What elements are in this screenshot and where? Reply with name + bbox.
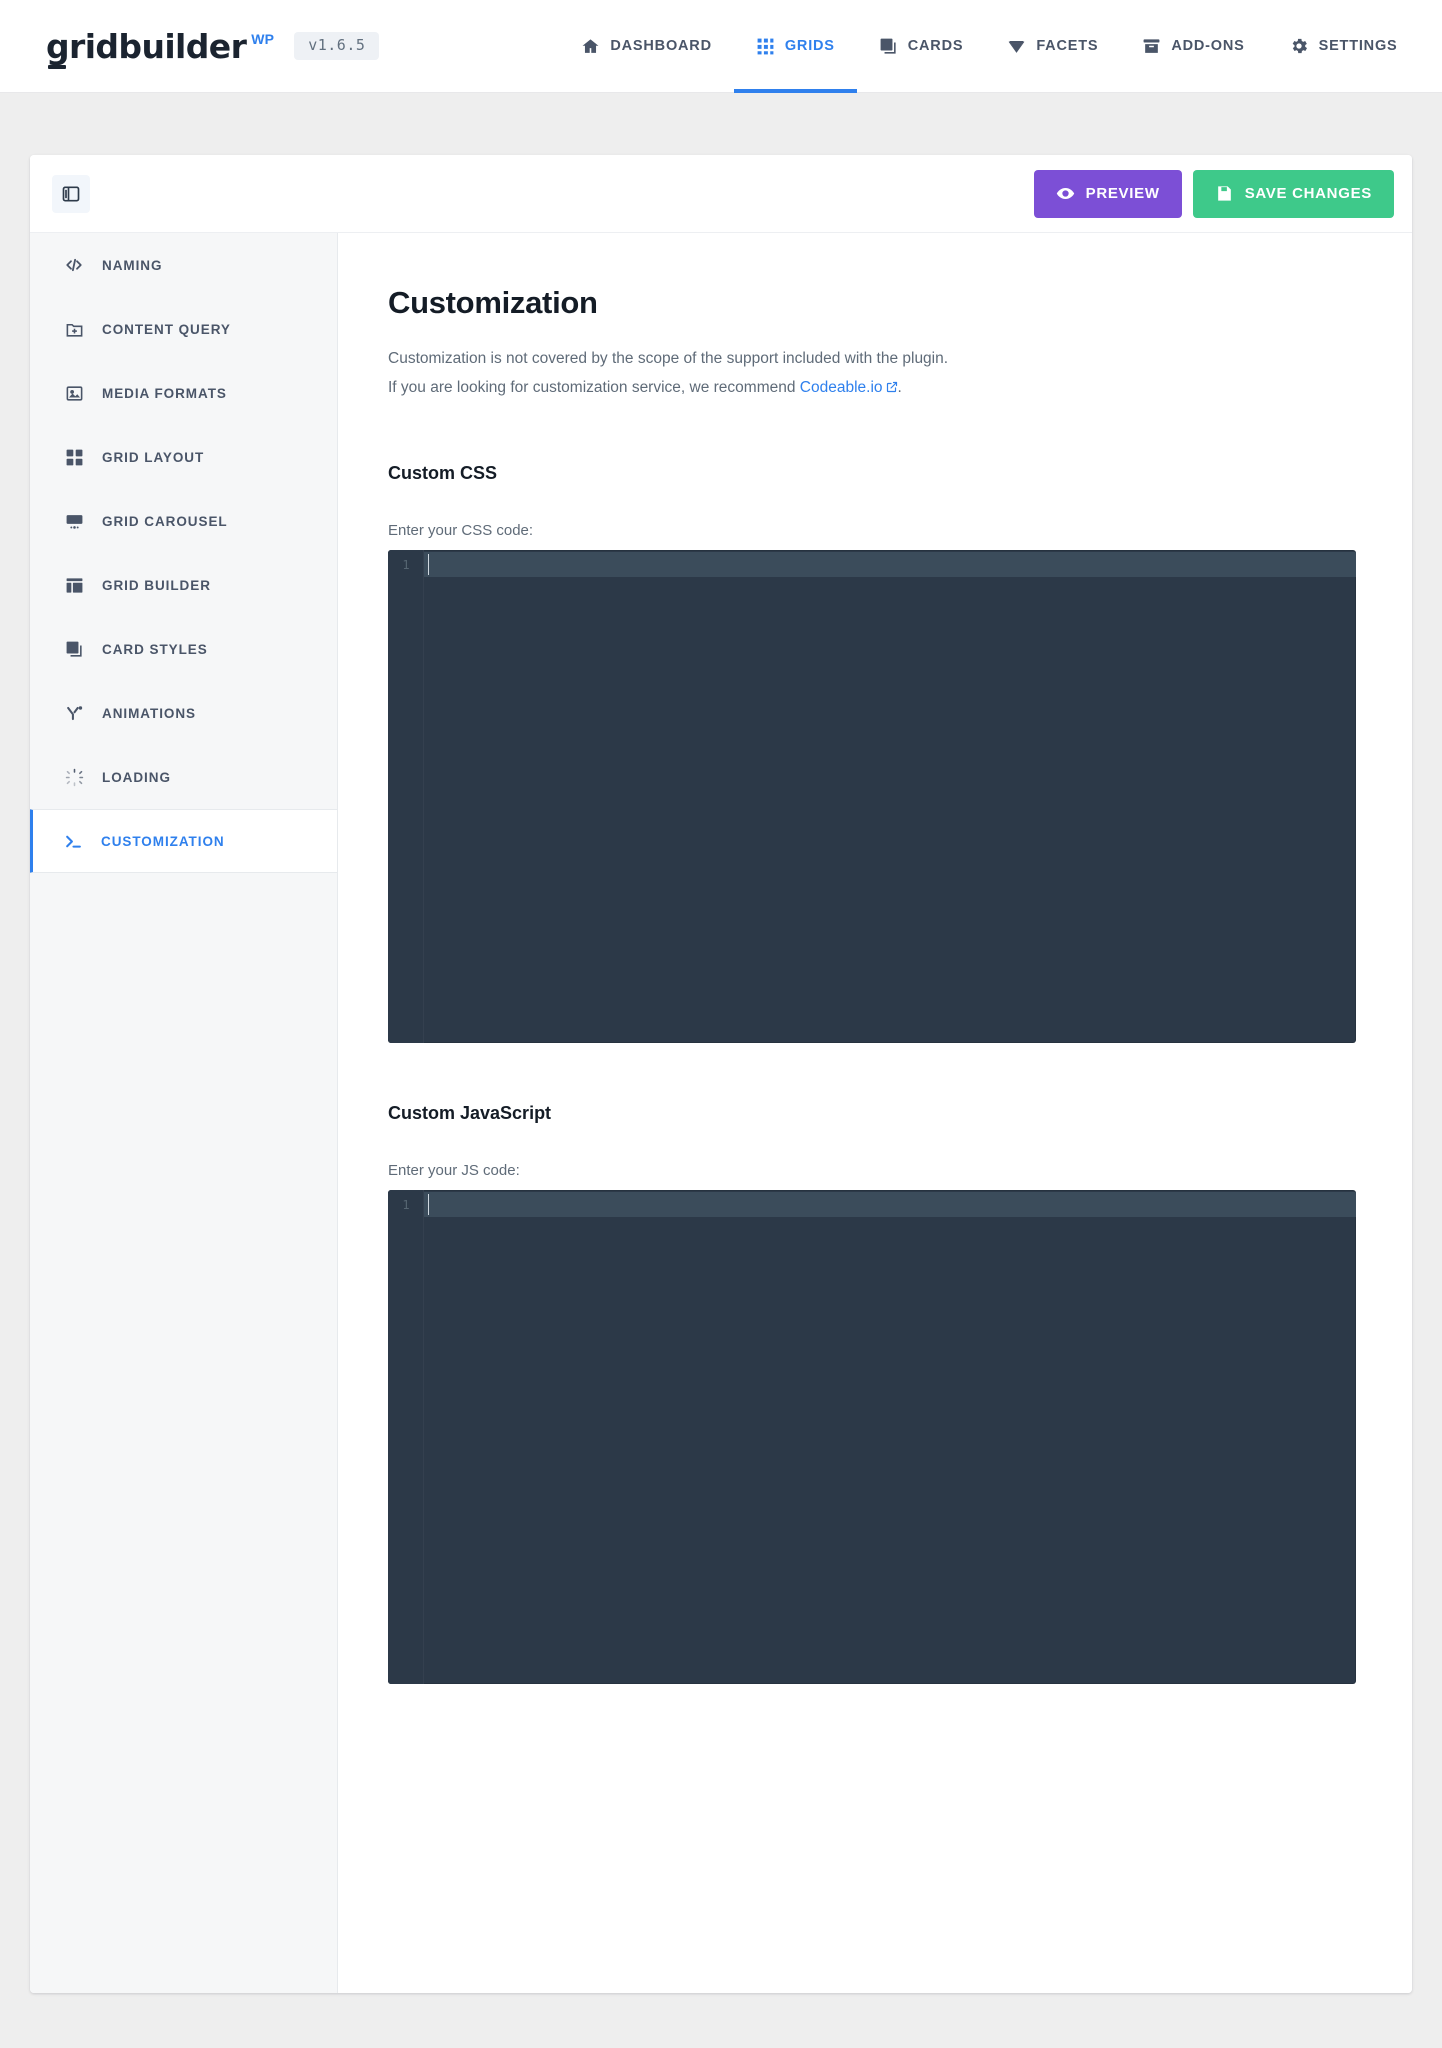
page-container: PREVIEW SAVE CHANGES NAMING CONTENT QUER…: [0, 93, 1442, 2023]
nav-label: ADD-ONS: [1171, 38, 1245, 54]
layout-builder-icon: [63, 574, 85, 596]
sidebar-item-label: CONTENT QUERY: [102, 321, 231, 337]
terminal-prompt-icon: [62, 830, 84, 852]
custom-js-editor[interactable]: 1: [388, 1190, 1356, 1685]
preview-button[interactable]: PREVIEW: [1033, 169, 1182, 218]
nav-item-facets[interactable]: FACETS: [985, 0, 1120, 93]
logo-underline: [48, 64, 66, 69]
logo-text: gridbuilder: [46, 26, 247, 66]
custom-js-heading: Custom JavaScript: [388, 1103, 552, 1124]
settings-card: PREVIEW SAVE CHANGES NAMING CONTENT QUER…: [30, 155, 1412, 1993]
floppy-disk-icon: [1215, 184, 1234, 203]
sidebar-item-grid-layout[interactable]: GRID LAYOUT: [30, 425, 337, 489]
nav-item-add-ons[interactable]: ADD-ONS: [1120, 0, 1266, 93]
sidebar-item-label: CARD STYLES: [102, 641, 208, 657]
box-icon: [1142, 37, 1161, 56]
codeable-link[interactable]: Codeable.io: [800, 379, 883, 396]
sidebar-item-animations[interactable]: ANIMATIONS: [30, 681, 337, 745]
folder-plus-icon: [63, 318, 85, 340]
nav-label: GRIDS: [784, 38, 835, 54]
logo[interactable]: gridbuilder WP: [46, 26, 275, 69]
sidebar-item-naming[interactable]: NAMING: [30, 233, 337, 297]
diamond-icon: [1007, 37, 1026, 56]
logo-wp-suffix: WP: [251, 30, 275, 47]
main-panel: Customization Customization is not cover…: [338, 233, 1412, 1993]
sidebar-item-loading[interactable]: LOADING: [30, 745, 337, 809]
custom-css-editor[interactable]: 1: [388, 550, 1356, 1044]
save-changes-button[interactable]: SAVE CHANGES: [1192, 169, 1394, 218]
main-navigation: DASHBOARD GRIDS CARDS FACETS ADD-ONS SET…: [559, 0, 1419, 93]
grid-dots-icon: [756, 37, 775, 56]
sidebar-item-grid-builder[interactable]: GRID BUILDER: [30, 553, 337, 617]
sidebar-item-label: GRID CAROUSEL: [102, 513, 228, 529]
image-icon: [63, 382, 85, 404]
card-body: NAMING CONTENT QUERY MEDIA FORMATS GRID …: [30, 233, 1412, 1993]
nav-label: DASHBOARD: [610, 38, 712, 54]
sidebar-item-label: GRID BUILDER: [102, 577, 211, 593]
custom-css-heading: Custom CSS: [388, 463, 498, 484]
nav-label: FACETS: [1036, 38, 1099, 54]
home-icon: [581, 37, 600, 56]
nav-item-settings[interactable]: SETTINGS: [1267, 0, 1420, 93]
sidebar-item-media-formats[interactable]: MEDIA FORMATS: [30, 361, 337, 425]
brand: gridbuilder WP v1.6.5: [46, 26, 380, 69]
nav-label: SETTINGS: [1318, 38, 1398, 54]
spinner-icon: [63, 766, 85, 788]
sidebar-toggle-icon[interactable]: [52, 174, 90, 213]
css-editor-line-number: 1: [402, 558, 410, 573]
intro-text-after: .: [897, 378, 902, 396]
grid-squares-icon: [63, 446, 85, 468]
intro-line-1: Customization is not covered by the scop…: [388, 350, 949, 367]
sidebar-item-label: GRID LAYOUT: [102, 449, 205, 465]
page-title: Customization: [388, 285, 598, 320]
eye-icon: [1056, 184, 1075, 203]
card-toolbar: PREVIEW SAVE CHANGES: [30, 155, 1412, 233]
external-link-icon: [886, 375, 898, 404]
sidebar-item-label: MEDIA FORMATS: [102, 385, 227, 401]
nav-item-dashboard[interactable]: DASHBOARD: [559, 0, 733, 93]
preview-button-label: PREVIEW: [1085, 185, 1160, 202]
cards-icon: [63, 638, 85, 660]
sidebar-item-label: LOADING: [102, 769, 171, 785]
intro-line-2: If you are looking for customization ser…: [388, 374, 1356, 404]
js-editor-line-number: 1: [402, 1198, 410, 1213]
sidebar-item-label: ANIMATIONS: [102, 705, 196, 721]
sidebar-item-label: CUSTOMIZATION: [101, 833, 225, 849]
js-editor-active-line: [424, 1192, 1356, 1218]
js-field-label: Enter your JS code:: [388, 1162, 520, 1180]
nav-item-cards[interactable]: CARDS: [857, 0, 986, 93]
sidebar-item-grid-carousel[interactable]: GRID CAROUSEL: [30, 489, 337, 553]
sidebar-item-label: NAMING: [102, 257, 163, 273]
nav-label: CARDS: [907, 38, 964, 54]
version-badge: v1.6.5: [294, 32, 380, 60]
code-tags-icon: [63, 254, 85, 276]
app-header: gridbuilder WP v1.6.5 DASHBOARD GRIDS CA…: [0, 0, 1442, 93]
sidebar-item-customization[interactable]: CUSTOMIZATION: [30, 809, 337, 873]
js-editor-caret: [428, 1194, 429, 1216]
save-changes-button-label: SAVE CHANGES: [1244, 185, 1372, 202]
carousel-icon: [63, 510, 85, 532]
intro-text-before: If you are looking for customization ser…: [388, 378, 800, 396]
gear-icon: [1289, 36, 1309, 56]
settings-sidebar: NAMING CONTENT QUERY MEDIA FORMATS GRID …: [30, 233, 338, 1993]
cards-icon: [879, 37, 898, 56]
css-editor-caret: [428, 554, 429, 576]
css-editor-gutter: 1: [388, 550, 424, 1044]
sidebar-item-content-query[interactable]: CONTENT QUERY: [30, 297, 337, 361]
nav-item-grids[interactable]: GRIDS: [733, 0, 857, 93]
css-field-label: Enter your CSS code:: [388, 522, 534, 540]
animation-icon: [63, 702, 85, 724]
sidebar-item-card-styles[interactable]: CARD STYLES: [30, 617, 337, 681]
js-editor-gutter: 1: [388, 1190, 424, 1685]
css-editor-active-line: [424, 552, 1356, 578]
